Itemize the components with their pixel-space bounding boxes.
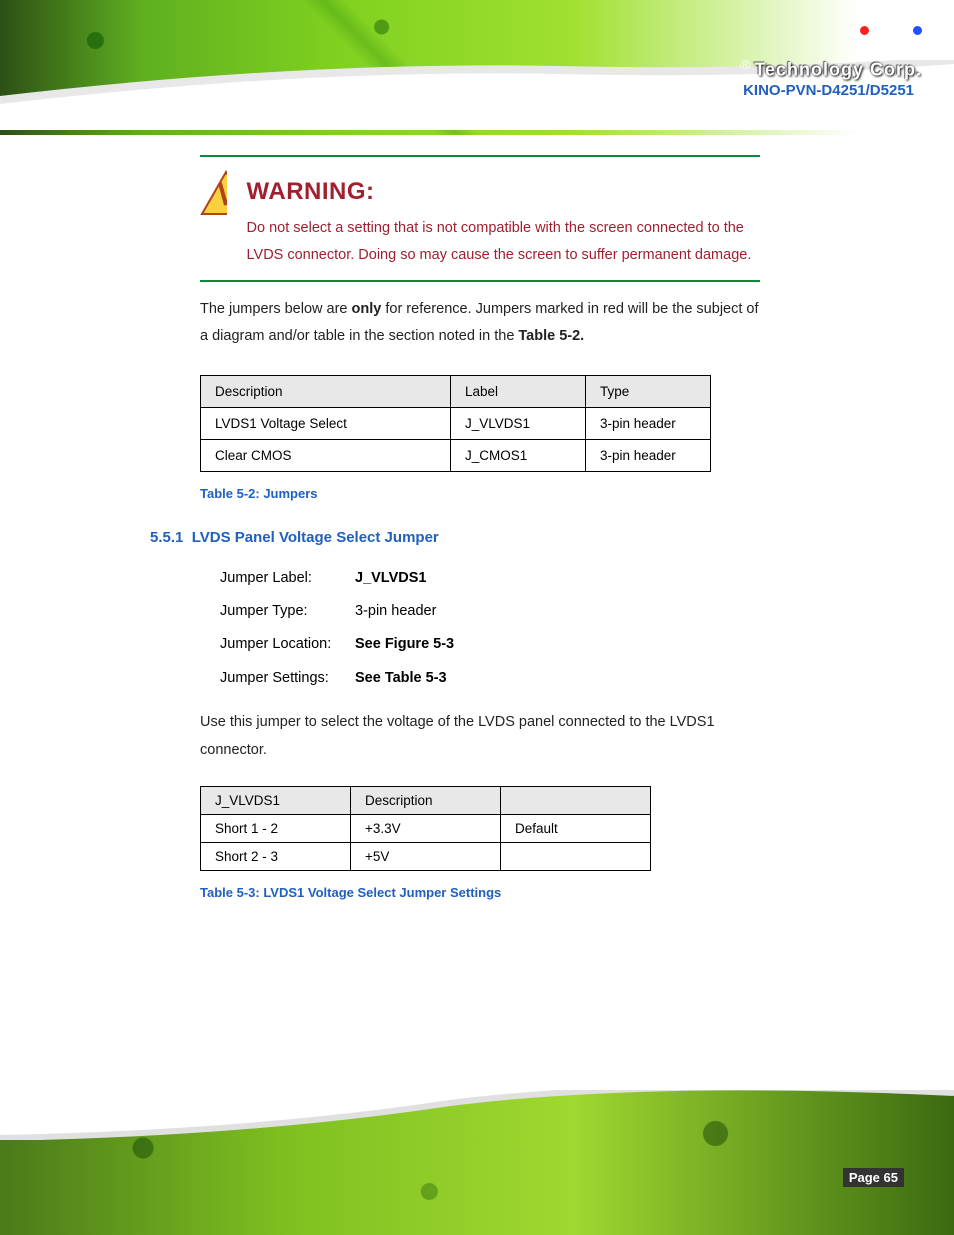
table-row: Short 2 - 3 +5V <box>201 843 651 871</box>
page-number: Page 65 <box>843 1168 904 1187</box>
warning-icon <box>200 169 227 217</box>
registered-mark: ® <box>740 57 750 72</box>
divider <box>200 280 760 282</box>
cell: +5V <box>351 843 501 871</box>
list-item: Jumper Label: J_VLVDS1 <box>220 562 854 595</box>
logo-letters: iEi <box>871 23 911 57</box>
divider <box>200 155 760 157</box>
field-label: Jumper Settings: <box>220 662 355 695</box>
intro-paragraph: The jumpers below are only for reference… <box>200 296 760 351</box>
cell: Short 1 - 2 <box>201 815 351 843</box>
col-label: Label <box>451 375 586 407</box>
footer-banner: Page 65 <box>0 1090 954 1235</box>
value-bold: J_VLVDS1 <box>355 570 426 586</box>
field-label: Jumper Location: <box>220 628 355 661</box>
cell <box>501 843 651 871</box>
table-row: Clear CMOS J_CMOS1 3-pin header <box>201 439 711 471</box>
col-description: Description <box>201 375 451 407</box>
cell: J_VLVDS1 <box>451 407 586 439</box>
dot-icon <box>860 26 869 35</box>
table-row: LVDS1 Voltage Select J_VLVDS1 3-pin head… <box>201 407 711 439</box>
table-caption: Table 5-3: LVDS1 Voltage Select Jumper S… <box>200 885 854 900</box>
value-bold: See Table 5-3 <box>355 670 447 686</box>
swoosh-bottom <box>0 1090 954 1140</box>
field-value: See Figure 5-3 <box>355 628 454 661</box>
section-heading: 5.5.1 LVDS Panel Voltage Select Jumper <box>150 529 854 546</box>
text-bold: only <box>352 301 386 317</box>
body-paragraph: Use this jumper to select the voltage of… <box>200 709 760 764</box>
cell: 3-pin header <box>586 439 711 471</box>
logo-tagline: Technology Corp. <box>754 59 922 79</box>
value-bold: See Figure 5-3 <box>355 636 454 652</box>
field-label: Jumper Label: <box>220 562 355 595</box>
cell: Default <box>501 815 651 843</box>
field-label: Jumper Type: <box>220 595 355 628</box>
col-description: Description <box>351 787 501 815</box>
cell: LVDS1 Voltage Select <box>201 407 451 439</box>
cell: +3.3V <box>351 815 501 843</box>
list-item: Jumper Settings: See Table 5-3 <box>220 662 854 695</box>
table-header-row: Description Label Type <box>201 375 711 407</box>
cell: Short 2 - 3 <box>201 843 351 871</box>
cell: J_CMOS1 <box>451 439 586 471</box>
cell: Clear CMOS <box>201 439 451 471</box>
text: The jumpers below are <box>200 301 352 317</box>
field-value: J_VLVDS1 <box>355 562 426 595</box>
section-title: LVDS Panel Voltage Select Jumper <box>192 529 439 546</box>
logo: iEi ® Technology Corp. <box>740 22 922 80</box>
section-number: 5.5.1 <box>150 529 183 546</box>
table-ref: Table 5-2. <box>518 328 584 344</box>
jumper-info-list: Jumper Label: J_VLVDS1 Jumper Type: 3-pi… <box>220 562 854 695</box>
col-jumper: J_VLVDS1 <box>201 787 351 815</box>
warning-text: WARNING: Do not select a setting that is… <box>247 169 760 270</box>
voltage-select-table: J_VLVDS1 Description Short 1 - 2 +3.3V D… <box>200 786 651 871</box>
col-default <box>501 787 651 815</box>
list-item: Jumper Location: See Figure 5-3 <box>220 628 854 661</box>
logo-text: iEi <box>860 23 922 57</box>
jumpers-table: Description Label Type LVDS1 Voltage Sel… <box>200 375 711 472</box>
table-caption: Table 5-2: Jumpers <box>200 486 854 501</box>
header-banner: iEi ® Technology Corp. KINO-PVN-D4251/D5… <box>0 0 954 135</box>
table-row: Short 1 - 2 +3.3V Default <box>201 815 651 843</box>
page-content: WARNING: Do not select a setting that is… <box>100 145 854 900</box>
field-value: 3-pin header <box>355 595 436 628</box>
product-name: KINO-PVN-D4251/D5251 <box>743 82 914 99</box>
cell: 3-pin header <box>586 407 711 439</box>
warning-block: WARNING: Do not select a setting that is… <box>200 169 760 270</box>
col-type: Type <box>586 375 711 407</box>
warning-body: Do not select a setting that is not comp… <box>247 220 752 264</box>
field-value: See Table 5-3 <box>355 662 447 695</box>
warning-label: WARNING: <box>247 169 760 215</box>
list-item: Jumper Type: 3-pin header <box>220 595 854 628</box>
dot-icon <box>913 26 922 35</box>
table-header-row: J_VLVDS1 Description <box>201 787 651 815</box>
